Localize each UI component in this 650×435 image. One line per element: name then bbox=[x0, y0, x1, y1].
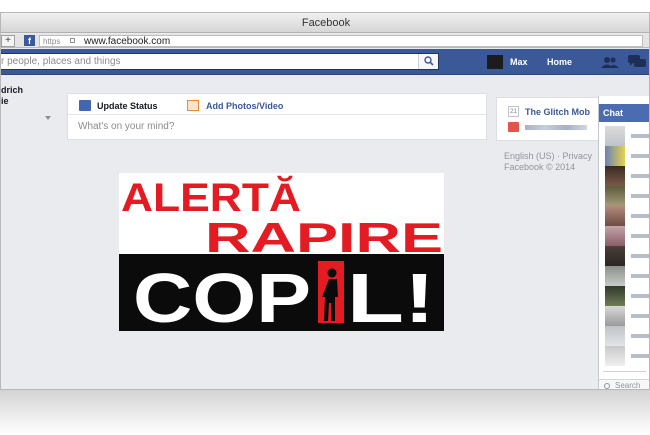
alert-line3: COP bbox=[133, 259, 311, 331]
search-placeholder: r people, places and things bbox=[1, 56, 121, 67]
contact-name bbox=[631, 354, 649, 358]
profile-link[interactable]: Max bbox=[510, 55, 528, 69]
search-field[interactable]: r people, places and things bbox=[1, 53, 439, 70]
chat-contact[interactable] bbox=[605, 126, 649, 146]
alert-line3-end: L! bbox=[347, 259, 435, 331]
avatar bbox=[605, 326, 625, 346]
profile-name-line1[interactable]: drich bbox=[1, 85, 61, 96]
search-button[interactable] bbox=[418, 54, 438, 69]
browser-window: Facebook + f https www.facebook.com r pe… bbox=[0, 12, 650, 390]
https-label: https bbox=[43, 37, 61, 46]
search-icon bbox=[604, 383, 610, 389]
chat-title[interactable]: Chat bbox=[599, 104, 649, 122]
chat-sidebar: Chat Search bbox=[598, 96, 649, 390]
chat-contact[interactable] bbox=[605, 206, 649, 226]
avatar bbox=[605, 146, 625, 166]
messages-icon[interactable] bbox=[628, 55, 646, 68]
alert-image: ALERTĂ RAPIRE COP L! bbox=[119, 173, 444, 331]
contact-name bbox=[631, 314, 649, 318]
chat-contact[interactable] bbox=[605, 226, 649, 246]
footer-copyright: Facebook © 2014 bbox=[504, 162, 576, 172]
avatar bbox=[605, 166, 625, 186]
contact-name bbox=[631, 274, 649, 278]
avatar bbox=[605, 206, 625, 226]
status-input[interactable]: What's on your mind? bbox=[78, 121, 174, 133]
facebook-favicon-icon: f bbox=[24, 35, 35, 46]
user-avatar[interactable] bbox=[487, 55, 503, 69]
chat-search-input[interactable]: Search bbox=[599, 379, 649, 390]
chat-contact[interactable] bbox=[605, 166, 649, 186]
url-text: www.facebook.com bbox=[84, 36, 171, 47]
pencil-icon bbox=[79, 100, 91, 111]
status-composer: Update Status Add Photos/Video What's on… bbox=[67, 93, 487, 140]
avatar bbox=[605, 286, 625, 306]
facebook-top-bar: r people, places and things Max Home bbox=[1, 49, 649, 75]
contact-name bbox=[631, 294, 649, 298]
chat-contact[interactable] bbox=[605, 286, 649, 306]
contact-name bbox=[631, 234, 649, 238]
avatar bbox=[605, 126, 625, 146]
contact-name bbox=[631, 174, 649, 178]
chat-search-placeholder: Search bbox=[615, 381, 641, 390]
contact-name bbox=[631, 254, 649, 258]
contact-name bbox=[631, 334, 649, 338]
search-icon bbox=[424, 56, 434, 66]
composer-divider bbox=[68, 114, 486, 115]
window-title: Facebook bbox=[1, 13, 649, 33]
contact-name bbox=[631, 154, 649, 158]
alert-graphic: ALERTĂ RAPIRE COP L! bbox=[119, 173, 444, 331]
home-link[interactable]: Home bbox=[547, 55, 572, 69]
avatar bbox=[605, 186, 625, 206]
friend-requests-icon[interactable] bbox=[601, 56, 619, 68]
chat-contact[interactable] bbox=[605, 266, 649, 286]
chevron-down-icon[interactable] bbox=[45, 116, 51, 120]
birthday-link[interactable] bbox=[525, 125, 587, 130]
window-shadow bbox=[0, 385, 650, 435]
chat-contact[interactable] bbox=[605, 326, 649, 346]
avatar bbox=[605, 226, 625, 246]
profile-name-line2[interactable]: ie bbox=[1, 96, 61, 107]
lock-icon bbox=[70, 38, 75, 43]
avatar bbox=[605, 266, 625, 286]
address-bar-strip: + f https www.facebook.com bbox=[1, 34, 649, 48]
avatar bbox=[605, 346, 625, 366]
contact-name bbox=[631, 134, 649, 138]
avatar bbox=[605, 306, 625, 326]
contact-name bbox=[631, 194, 649, 198]
events-box: 21 The Glitch Mob bbox=[496, 97, 602, 141]
contact-name bbox=[631, 214, 649, 218]
chat-contact[interactable] bbox=[605, 346, 649, 366]
left-column: drich ie bbox=[1, 85, 61, 107]
update-status-tab[interactable]: Update Status bbox=[97, 100, 158, 112]
gift-icon bbox=[508, 122, 519, 132]
chat-contact[interactable] bbox=[605, 186, 649, 206]
chat-contact[interactable] bbox=[605, 306, 649, 326]
alert-line2: RAPIRE bbox=[205, 214, 443, 261]
address-field[interactable]: https www.facebook.com bbox=[39, 35, 643, 47]
chat-contact[interactable] bbox=[605, 146, 649, 166]
avatar bbox=[605, 246, 625, 266]
calendar-icon: 21 bbox=[508, 106, 519, 117]
event-link[interactable]: The Glitch Mob bbox=[525, 106, 590, 118]
photo-icon bbox=[187, 100, 199, 111]
new-tab-button[interactable]: + bbox=[1, 35, 15, 47]
chat-divider bbox=[603, 371, 646, 372]
chat-contact[interactable] bbox=[605, 246, 649, 266]
add-photos-tab[interactable]: Add Photos/Video bbox=[206, 100, 283, 112]
